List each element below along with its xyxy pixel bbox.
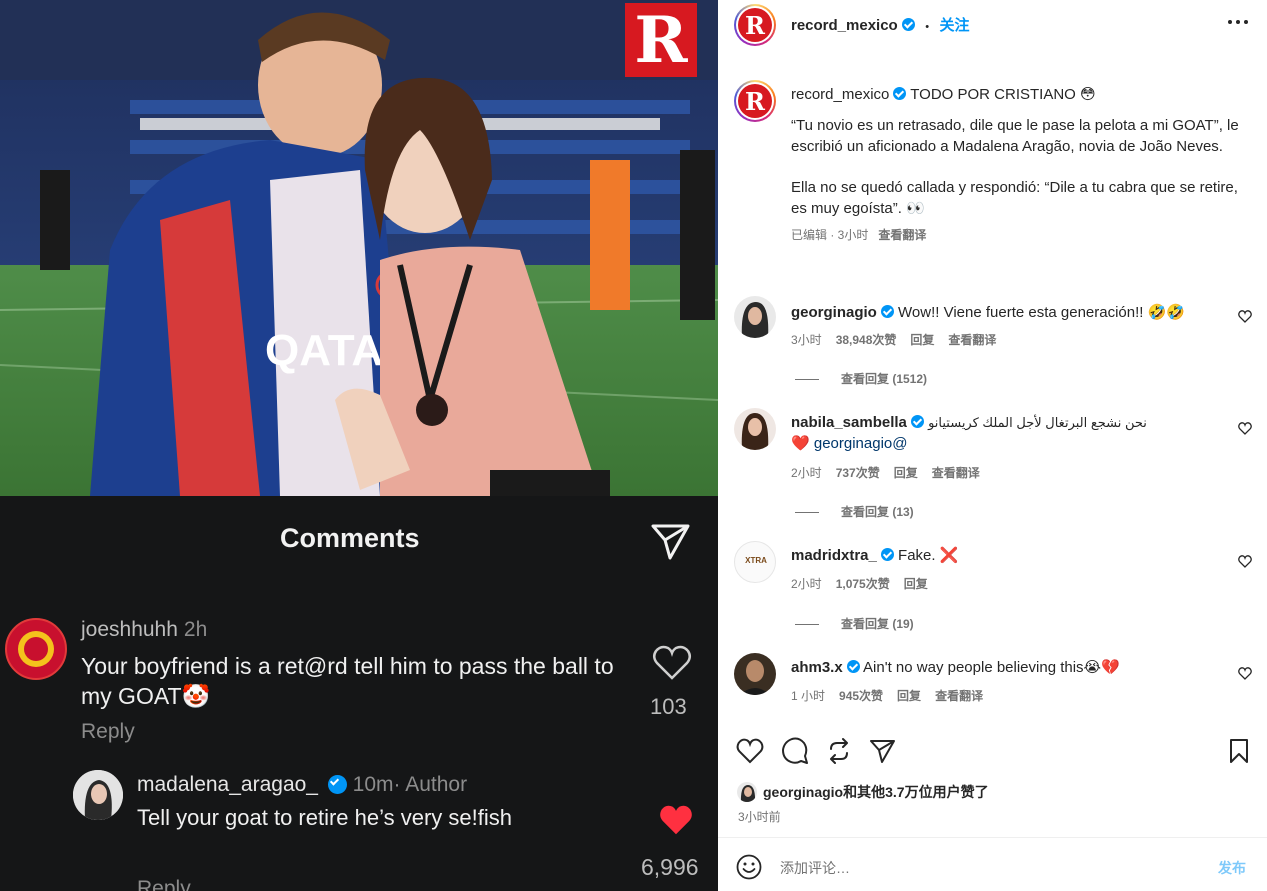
caption-paragraph: “Tu novio es un retrasado, dile que le p… xyxy=(791,117,1239,155)
comment-bubble-icon[interactable] xyxy=(781,737,809,765)
send-icon xyxy=(651,524,690,560)
likes-summary[interactable]: georginagio和其他3.7万位用户赞了 xyxy=(763,782,989,802)
more-options-icon[interactable] xyxy=(1228,20,1248,24)
comment-meta: 3小时 38,948次赞 回复 查看翻译 xyxy=(791,333,997,347)
avatar-label: XTRA xyxy=(745,556,767,565)
view-replies-button[interactable]: 查看回复 (1512) xyxy=(795,370,927,387)
heart-emoji: ❤️ xyxy=(791,435,810,452)
comment-username[interactable]: georginagio xyxy=(791,304,877,321)
caption-paragraph: Ella no se quedó callada y respondió: “D… xyxy=(791,179,1238,217)
separator: • xyxy=(925,21,930,33)
avatar xyxy=(73,770,123,820)
post-side-panel: R record_mexico • 关注 R record_mexico TOD… xyxy=(718,0,1267,891)
comment-username[interactable]: nabila_sambella xyxy=(791,414,907,431)
verified-badge-icon xyxy=(901,18,915,31)
post-photo: QATAR R xyxy=(0,0,718,496)
view-replies-button[interactable]: 查看回复 (13) xyxy=(795,503,914,520)
reply-button[interactable]: 回复 xyxy=(894,466,918,480)
comment-meta: 2小时 1,075次赞 回复 xyxy=(791,577,928,591)
verified-badge-icon xyxy=(893,87,907,100)
like-heart-icon[interactable] xyxy=(736,738,764,764)
comment-text: Ain't no way people believing this😭💔 xyxy=(863,659,1120,676)
reply-button[interactable]: 回复 xyxy=(910,333,934,347)
comment-body: georginagio Wow!! Viene fuerte esta gene… xyxy=(791,302,1221,323)
follow-button[interactable]: 关注 xyxy=(940,17,970,34)
comment-username: madalena_aragao_ 10m· Author xyxy=(137,773,468,796)
post-button[interactable]: 发布 xyxy=(1218,858,1246,878)
repost-icon[interactable] xyxy=(825,737,853,765)
post-header: R record_mexico • 关注 xyxy=(718,0,1267,48)
add-comment-bar: 添加评论… 发布 xyxy=(718,838,1267,891)
verified-badge-icon xyxy=(880,548,894,561)
see-translation-link[interactable]: 查看翻译 xyxy=(935,689,983,703)
emoji-icon[interactable] xyxy=(736,854,762,880)
manchester-united-avatar xyxy=(5,618,67,680)
like-count: 6,996 xyxy=(641,854,699,880)
like-count[interactable]: 737次赞 xyxy=(836,466,880,480)
comment-meta: 1 小时 945次赞 回复 查看翻译 xyxy=(791,689,984,703)
post-time: 3小时前 xyxy=(738,810,781,824)
comment-body: madridxtra_ Fake. ❌ xyxy=(791,545,1221,566)
avatar[interactable] xyxy=(734,296,776,338)
comment-body: ahm3.x Ain't no way people believing thi… xyxy=(791,657,1221,678)
avatar[interactable] xyxy=(734,653,776,695)
see-translation-link[interactable]: 查看翻译 xyxy=(948,333,996,347)
post-media[interactable]: QATAR R Comments joeshhuhh 2h Your boyfri… xyxy=(0,0,718,891)
bookmark-icon[interactable] xyxy=(1228,738,1250,764)
like-comment-icon[interactable] xyxy=(1238,310,1252,323)
like-count[interactable]: 38,948次赞 xyxy=(836,333,897,347)
reply-button[interactable]: 回复 xyxy=(897,689,921,703)
comment-input[interactable]: 添加评论… xyxy=(780,858,850,878)
mention-link[interactable]: georginagio@ xyxy=(814,435,908,452)
avatar-ring[interactable]: R xyxy=(734,80,776,122)
header-user: record_mexico • 关注 xyxy=(791,14,970,35)
share-send-icon[interactable] xyxy=(868,738,896,764)
like-count[interactable]: 945次赞 xyxy=(839,689,883,703)
comment-text: Tell your goat to retire he’s very se!fi… xyxy=(137,805,512,830)
avatar: R xyxy=(738,84,772,118)
reply-label: Reply xyxy=(81,720,135,743)
post-actions xyxy=(718,735,1267,769)
reply-label: Reply xyxy=(137,877,191,891)
heart-outline-icon xyxy=(653,645,691,680)
verified-badge-icon xyxy=(910,415,924,428)
avatar[interactable]: XTRA xyxy=(734,541,776,583)
reply-button[interactable]: 回复 xyxy=(904,577,928,591)
avatar: R xyxy=(738,8,772,42)
username-link[interactable]: record_mexico xyxy=(791,17,898,34)
caption-headline: TODO POR CRISTIANO 😳 xyxy=(910,86,1096,103)
see-translation-link[interactable]: 查看翻译 xyxy=(932,466,980,480)
comment-text: Your boyfriend is a ret@rd tell him to p… xyxy=(81,653,614,709)
verified-badge-icon xyxy=(846,660,860,673)
verified-badge-icon xyxy=(327,775,347,794)
caption-meta: 已编辑 · 3小时 查看翻译 xyxy=(791,228,927,242)
comment-text: Fake. ❌ xyxy=(898,547,959,564)
screenshot-title: Comments xyxy=(280,523,420,553)
comment-text: Wow!! Viene fuerte esta generación!! 🤣🤣 xyxy=(898,304,1185,321)
verified-badge-icon xyxy=(880,305,894,318)
avatar xyxy=(736,781,758,803)
see-translation-link[interactable]: 查看翻译 xyxy=(878,228,926,242)
view-replies-button[interactable]: 查看回复 (19) xyxy=(795,615,914,632)
heart-filled-icon xyxy=(660,805,692,835)
record-logo: R xyxy=(625,3,697,78)
caption: record_mexico TODO POR CRISTIANO 😳 “Tu n… xyxy=(791,84,1241,246)
like-comment-icon[interactable] xyxy=(1238,555,1252,568)
comment-username: joeshhuhh 2h xyxy=(81,618,208,641)
comment-text: نحن نشجع البرتغال لأجل الملك كريستيانو xyxy=(928,415,1147,430)
comment-username[interactable]: madridxtra_ xyxy=(791,547,877,564)
avatar[interactable] xyxy=(734,408,776,450)
avatar-ring[interactable]: R xyxy=(734,4,776,46)
like-comment-icon[interactable] xyxy=(1238,667,1252,680)
comment-username[interactable]: ahm3.x xyxy=(791,659,843,676)
like-count: 103 xyxy=(650,694,687,719)
comment-body: nabila_sambella نحن نشجع البرتغال لأجل ا… xyxy=(791,412,1221,454)
like-count[interactable]: 1,075次赞 xyxy=(836,577,890,591)
comment-meta: 2小时 737次赞 回复 查看翻译 xyxy=(791,466,980,480)
caption-username[interactable]: record_mexico xyxy=(791,86,889,103)
like-comment-icon[interactable] xyxy=(1238,422,1252,435)
